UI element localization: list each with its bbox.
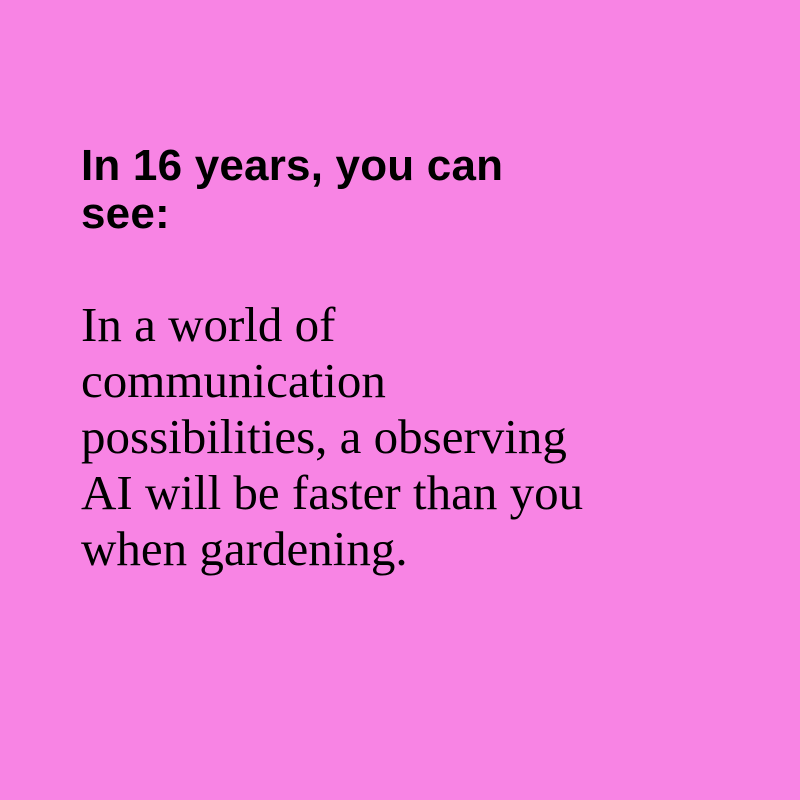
heading: In 16 years, you can see:: [81, 142, 721, 238]
body-line: communication: [81, 353, 386, 408]
slide-canvas: In 16 years, you can see: In a world of …: [0, 0, 800, 800]
body-line: In a world of: [81, 297, 336, 352]
body-line: AI will be faster than you: [81, 465, 584, 520]
text-block: In 16 years, you can see: In a world of …: [81, 142, 721, 577]
heading-line: see:: [81, 189, 170, 238]
body-line: when gardening.: [81, 521, 408, 576]
body-text: In a world of communication possibilitie…: [81, 297, 583, 577]
body-line: possibilities, a observing: [81, 409, 567, 464]
heading-line: In 16 years, you can: [81, 141, 504, 190]
